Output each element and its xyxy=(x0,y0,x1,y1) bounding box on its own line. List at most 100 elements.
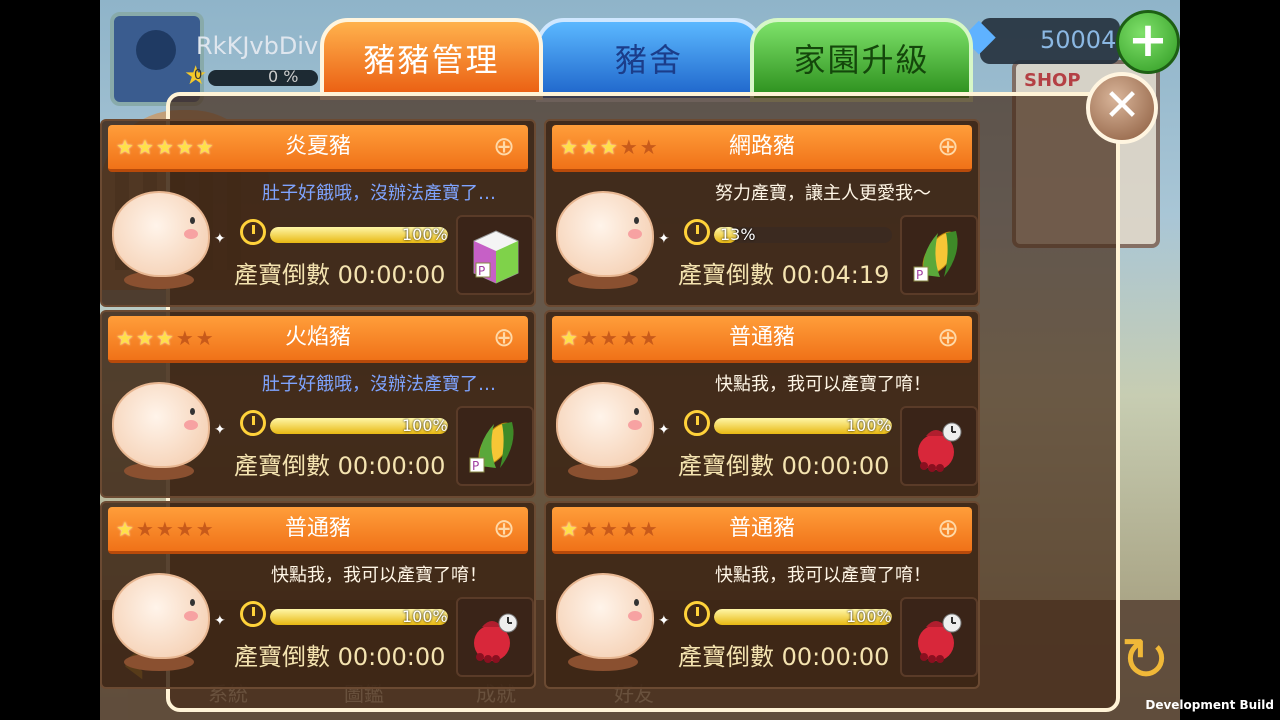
countdown-label: 產寶倒數 xyxy=(678,261,774,289)
tab-home-upgrade[interactable]: 家園升級 xyxy=(750,18,973,102)
add-gems-button[interactable]: + xyxy=(1116,10,1180,74)
star-icon: ★ xyxy=(175,135,196,159)
pig-card[interactable]: 普通豬 ★★★★★ ⊕ ✦ 快點我，我可以產寶了唷！ 100% 產寶倒數 00:00:00 xyxy=(544,310,980,498)
xp-percent: 0 % xyxy=(268,67,299,86)
star-icon: ★ xyxy=(619,517,640,541)
star-rating: ★★★★★ xyxy=(116,137,216,157)
zoom-icon[interactable]: ⊕ xyxy=(932,513,964,545)
sparkle-icon: ✦ xyxy=(214,613,226,629)
item-slot[interactable] xyxy=(900,597,978,677)
countdown-label: 產寶倒數 xyxy=(678,643,774,671)
star-icon: ★ xyxy=(599,326,620,350)
star-rating: ★★★★★ xyxy=(116,519,216,539)
star-icon: ★ xyxy=(619,135,640,159)
pig-card-header: 普通豬 ★★★★★ ⊕ xyxy=(552,507,972,554)
pig-card-header: 普通豬 ★★★★★ ⊕ xyxy=(552,316,972,363)
pig-sprite[interactable] xyxy=(106,563,216,673)
treasure-bag-icon xyxy=(910,605,968,667)
pig-card-header: 炎夏豬 ★★★★★ ⊕ xyxy=(108,125,528,172)
star-icon: ★ xyxy=(175,517,196,541)
countdown: 產寶倒數 00:00:00 xyxy=(234,255,445,290)
item-slot[interactable]: P xyxy=(456,215,534,295)
pig-sprite[interactable] xyxy=(550,372,660,482)
star-icon: ★ xyxy=(560,326,580,350)
countdown-time: 00:00:00 xyxy=(337,452,446,480)
star-icon: ★ xyxy=(135,517,156,541)
zoom-icon[interactable]: ⊕ xyxy=(488,322,520,354)
pig-sprite[interactable] xyxy=(106,181,216,291)
zoom-icon[interactable]: ⊕ xyxy=(488,513,520,545)
countdown-time: 00:04:19 xyxy=(781,261,890,289)
star-icon: ★ xyxy=(639,326,660,350)
clock-icon xyxy=(684,410,710,436)
star-icon: ★ xyxy=(155,326,176,350)
pig-card-header: 網路豬 ★★★★★ ⊕ xyxy=(552,125,972,172)
star-icon: ★ xyxy=(560,135,580,159)
item-slot[interactable]: P xyxy=(900,215,978,295)
countdown-label: 產寶倒數 xyxy=(234,643,330,671)
star-icon: ★ xyxy=(135,326,156,350)
sparkle-icon: ✦ xyxy=(658,231,670,247)
star-icon: ★ xyxy=(195,326,216,350)
zoom-icon[interactable]: ⊕ xyxy=(488,131,520,163)
star-icon: ★ xyxy=(579,326,600,350)
star-icon: ★ xyxy=(619,326,640,350)
pig-cheek xyxy=(184,420,198,430)
star-icon: ★ xyxy=(579,135,600,159)
pig-card-header: 普通豬 ★★★★★ ⊕ xyxy=(108,507,528,554)
username: RkKJvbDiv xyxy=(196,32,319,60)
progress-percent: 13% xyxy=(720,225,756,244)
star-rating: ★★★★★ xyxy=(116,328,216,348)
clock-icon xyxy=(240,410,266,436)
star-icon: ★ xyxy=(135,135,156,159)
progress-percent: 100% xyxy=(846,416,892,435)
countdown-time: 00:00:00 xyxy=(781,452,890,480)
pig-sprite[interactable] xyxy=(550,563,660,673)
zoom-icon[interactable]: ⊕ xyxy=(932,322,964,354)
pig-card[interactable]: 火焰豬 ★★★★★ ⊕ ✦ 肚子好餓哦，沒辦法產寶了… 100% 產寶倒數 00:00:00… xyxy=(100,310,536,498)
pig-message: 快點我，我可以產寶了唷！ xyxy=(715,374,931,395)
clock-icon xyxy=(240,219,266,245)
pig-eye xyxy=(634,408,639,415)
pig-sprite[interactable] xyxy=(550,181,660,291)
close-button[interactable]: ✕ xyxy=(1086,72,1158,144)
sparkle-icon: ✦ xyxy=(214,231,226,247)
pig-cheek xyxy=(628,611,642,621)
pig-eye xyxy=(634,217,639,224)
pig-eye xyxy=(190,217,195,224)
star-icon: ★ xyxy=(195,135,216,159)
clock-icon xyxy=(684,219,710,245)
pig-eye xyxy=(634,599,639,606)
pig-message: 快點我，我可以產寶了唷！ xyxy=(715,565,931,586)
clock-icon xyxy=(684,601,710,627)
milk-box-icon: P xyxy=(466,223,524,285)
tab-pigsty[interactable]: 豬舍 xyxy=(536,18,762,102)
xp-bar xyxy=(208,70,318,86)
pig-card[interactable]: 普通豬 ★★★★★ ⊕ ✦ 快點我，我可以產寶了唷！ 100% 產寶倒數 00:00:00 xyxy=(100,501,536,689)
pig-card[interactable]: 網路豬 ★★★★★ ⊕ ✦ 努力產寶，讓主人更愛我～ 13% 產寶倒數 00:04:19 P xyxy=(544,119,980,307)
pig-card-header: 火焰豬 ★★★★★ ⊕ xyxy=(108,316,528,363)
progress-percent: 100% xyxy=(402,225,448,244)
star-icon: ★ xyxy=(579,517,600,541)
item-slot[interactable] xyxy=(456,597,534,677)
rotate-icon[interactable]: ↻ xyxy=(1120,620,1170,700)
pig-message: 努力產寶，讓主人更愛我～ xyxy=(715,183,931,204)
sparkle-icon: ✦ xyxy=(658,613,670,629)
star-rating: ★★★★★ xyxy=(560,137,660,157)
pig-sprite[interactable] xyxy=(106,372,216,482)
progress-percent: 100% xyxy=(402,416,448,435)
star-icon: ★ xyxy=(175,326,196,350)
item-slot[interactable]: P xyxy=(456,406,534,486)
gem-value: 50004 xyxy=(1040,26,1117,54)
pig-card[interactable]: 普通豬 ★★★★★ ⊕ ✦ 快點我，我可以產寶了唷！ 100% 產寶倒數 00:00:00 xyxy=(544,501,980,689)
countdown: 產寶倒數 00:00:00 xyxy=(678,446,889,481)
development-build-label: Development Build xyxy=(1145,698,1274,712)
pig-card[interactable]: 炎夏豬 ★★★★★ ⊕ ✦ 肚子好餓哦，沒辦法產寶了… 100% 產寶倒數 00:00:00… xyxy=(100,119,536,307)
tab-pig-management[interactable]: 豬豬管理 xyxy=(320,18,543,100)
treasure-bag-icon xyxy=(910,414,968,476)
sparkle-icon: ✦ xyxy=(658,422,670,438)
level-number: 0 xyxy=(194,68,203,83)
zoom-icon[interactable]: ⊕ xyxy=(932,131,964,163)
star-icon: ★ xyxy=(116,135,136,159)
item-slot[interactable] xyxy=(900,406,978,486)
